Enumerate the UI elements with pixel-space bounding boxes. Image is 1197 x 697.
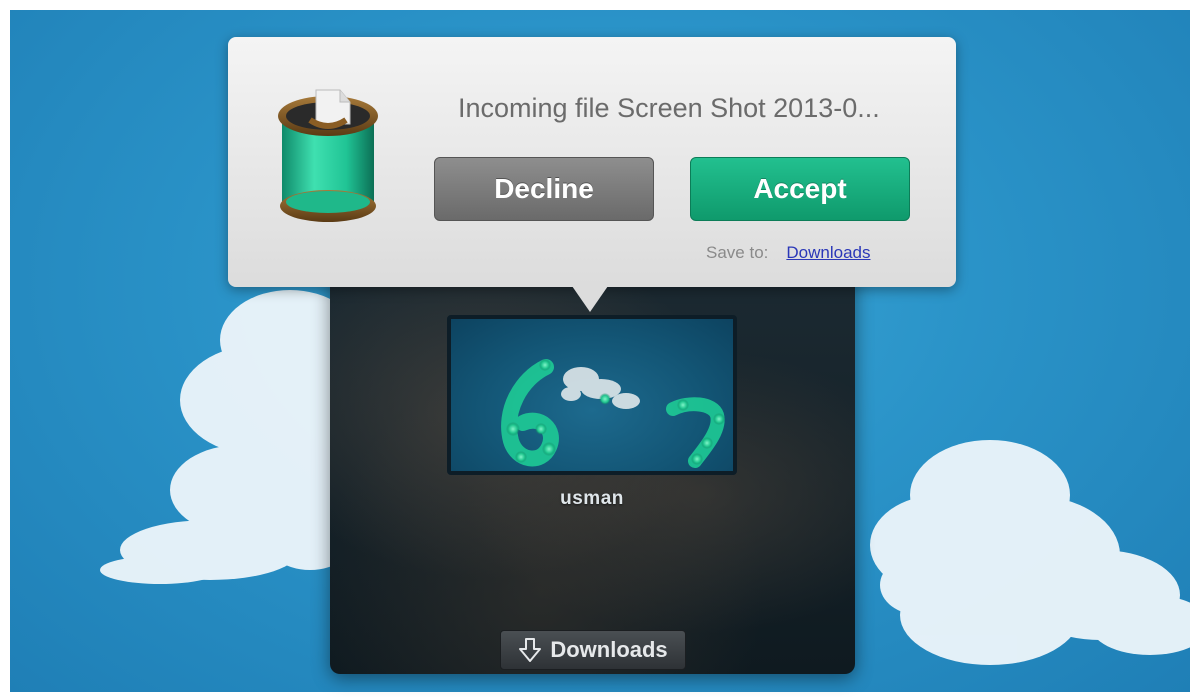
- cloud-left: [100, 290, 360, 584]
- save-location-row: Save to: Downloads: [706, 242, 870, 264]
- incoming-file-title: Incoming file Screen Shot 2013-0...: [458, 93, 880, 123]
- download-arrow-icon: [519, 638, 542, 662]
- accept-button[interactable]: Accept: [690, 157, 910, 221]
- save-to-label: Save to:: [706, 243, 769, 262]
- file-bucket-icon: [278, 89, 378, 222]
- peer-name: usman: [560, 488, 624, 509]
- downloads-folder-badge[interactable]: Downloads: [500, 630, 686, 670]
- peer-avatar-thumbnail[interactable]: [447, 315, 737, 475]
- decline-button[interactable]: Decline: [434, 157, 654, 221]
- save-location-link[interactable]: Downloads: [786, 243, 870, 263]
- folder-badge-label: Downloads: [550, 637, 668, 662]
- glowing-67-artwork: [501, 359, 725, 468]
- cloud-right: [870, 440, 1190, 665]
- dialog-pointer: [572, 286, 608, 312]
